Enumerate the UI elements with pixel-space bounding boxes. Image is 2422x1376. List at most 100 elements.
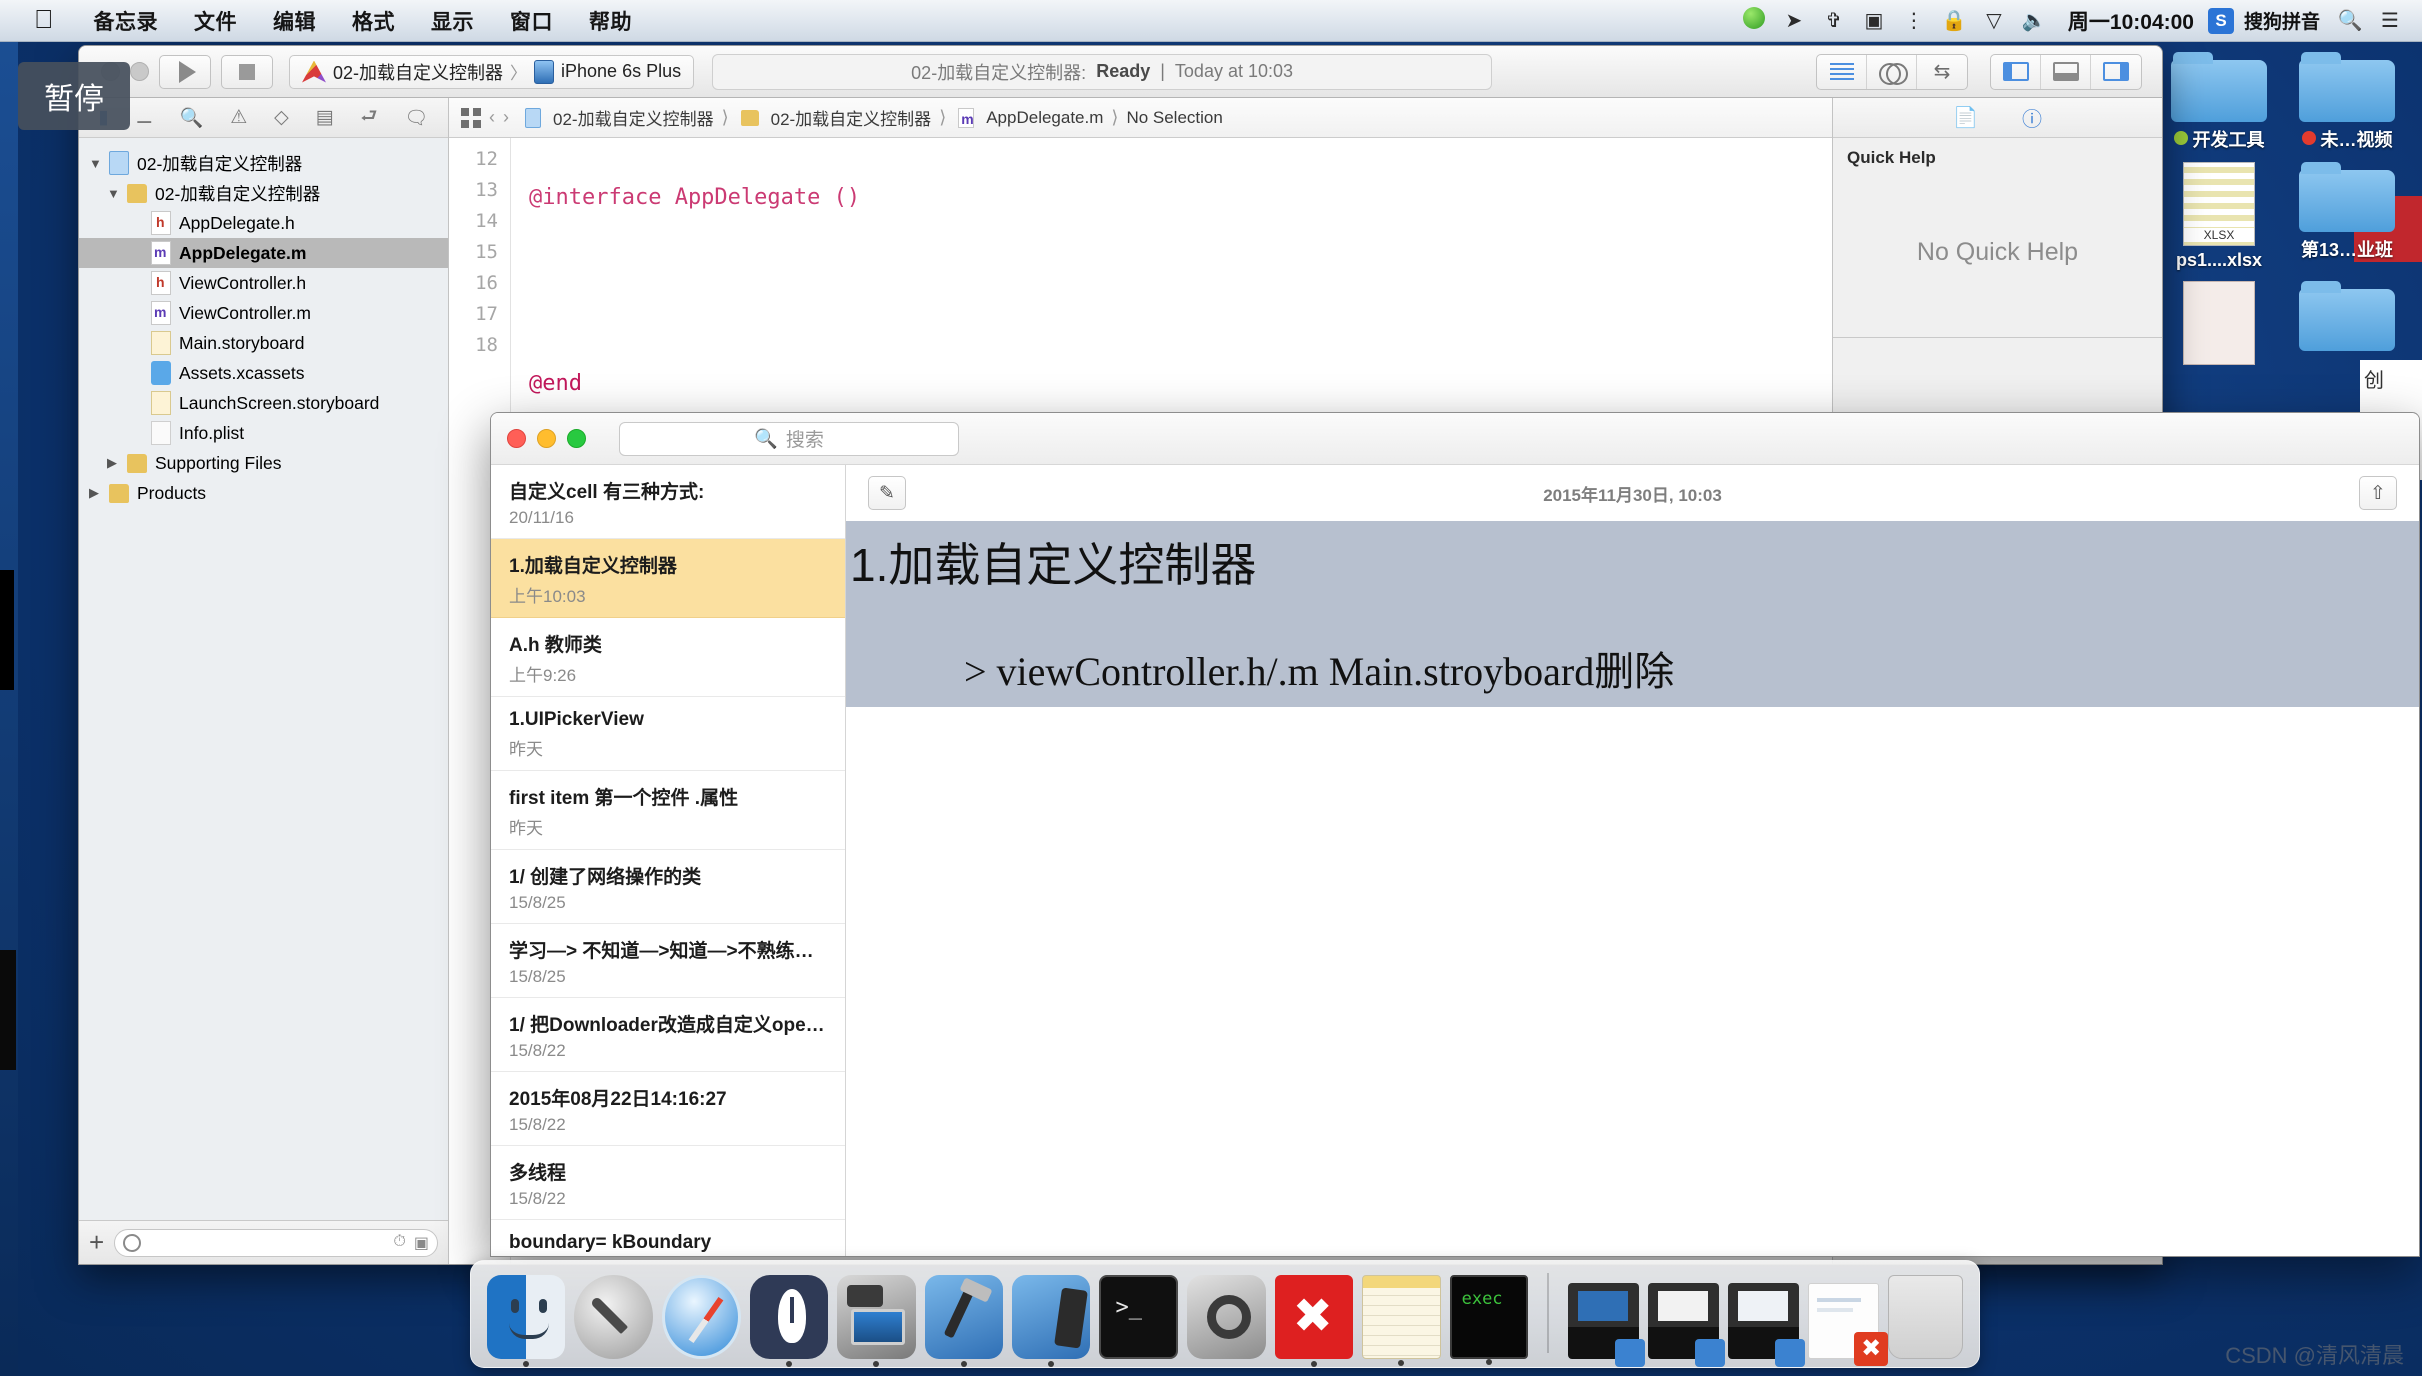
- green-record-icon[interactable]: [1734, 6, 1774, 35]
- disclosure-triangle-icon[interactable]: ▶: [89, 485, 109, 501]
- list-item[interactable]: 自定义cell 有三种方式: 20/11/16: [491, 465, 845, 539]
- utilities-tab-bar[interactable]: 📄 ⓘ: [1833, 98, 2162, 138]
- minimize-button[interactable]: [537, 429, 556, 448]
- tree-row-main-storyboard[interactable]: Main.storyboard: [79, 328, 448, 358]
- list-item[interactable]: 1.UIPickerView 昨天: [491, 697, 845, 771]
- list-item[interactable]: 1/ 把Downloader改造成自定义operation 15/8/22: [491, 998, 845, 1072]
- dock-item-finder[interactable]: [487, 1275, 566, 1367]
- test-navigator-icon[interactable]: ◇: [274, 106, 289, 129]
- tree-row-info-plist[interactable]: Info.plist: [79, 418, 448, 448]
- tree-row-viewcontroller-m[interactable]: ViewController.m: [79, 298, 448, 328]
- desktop-icon-videos[interactable]: 未…视频: [2292, 52, 2402, 152]
- file-inspector-icon[interactable]: 📄: [1953, 105, 1978, 130]
- dock-minimized-window-2[interactable]: [1648, 1283, 1726, 1367]
- dock-minimized-document[interactable]: ✖: [1808, 1283, 1889, 1366]
- standard-editor-icon[interactable]: [1817, 54, 1867, 89]
- desktop-icon-folder-extra[interactable]: [2292, 281, 2402, 369]
- tree-row-appdelegate-h[interactable]: AppDelegate.h: [79, 208, 448, 238]
- note-body[interactable]: 1.加载自定义控制器 > viewController.h/.m Main.st…: [846, 521, 2419, 1256]
- related-files-icon[interactable]: [461, 107, 481, 128]
- breadcrumb-group[interactable]: 02-加载自定义控制器: [771, 105, 932, 130]
- menu-item-view[interactable]: 显示: [413, 6, 492, 36]
- project-navigator-tree[interactable]: ▼ 02-加载自定义控制器 ▼ 02-加载自定义控制器 AppDelegate.…: [79, 138, 448, 1220]
- location-arrow-icon[interactable]: ➤: [1774, 8, 1814, 33]
- dock-item-launchpad[interactable]: [574, 1275, 653, 1359]
- tree-row-products[interactable]: ▶ Products: [79, 478, 448, 508]
- desktop-icon-dev-tools[interactable]: 开发工具: [2164, 52, 2274, 152]
- notes-search-input[interactable]: 🔍 搜索: [619, 421, 959, 456]
- wifi-icon[interactable]: ▽: [1974, 8, 2014, 33]
- tree-row-project[interactable]: ▼ 02-加载自定义控制器: [79, 148, 448, 178]
- navigator-tab-bar[interactable]: ▮ ⚊ 🔍 ⚠ ◇ ▤ ⮐ 🗨: [79, 98, 448, 138]
- dock-item-exec-terminal[interactable]: exec: [1449, 1275, 1529, 1365]
- share-icon[interactable]: ⇧: [2359, 476, 2397, 510]
- tree-row-viewcontroller-h[interactable]: ViewController.h: [79, 268, 448, 298]
- dock-item-qq[interactable]: [749, 1275, 829, 1367]
- list-item[interactable]: first item 第一个控件 .属性 昨天: [491, 771, 845, 850]
- list-item[interactable]: A.h 教师类 上午9:26: [491, 618, 845, 697]
- scheme-selector[interactable]: 02-加载自定义控制器 〉 iPhone 6s Plus: [289, 54, 695, 89]
- report-navigator-icon[interactable]: 🗨: [404, 106, 428, 130]
- version-editor-icon[interactable]: ⇆: [1917, 55, 1967, 89]
- list-item-selected[interactable]: 1.加载自定义控制器 上午10:03: [491, 539, 845, 618]
- add-file-button[interactable]: +: [89, 1227, 104, 1258]
- menu-item-edit[interactable]: 编辑: [255, 6, 334, 36]
- disclosure-triangle-icon[interactable]: ▼: [107, 186, 127, 201]
- run-button[interactable]: [159, 54, 211, 89]
- menu-item-file[interactable]: 文件: [176, 6, 255, 36]
- dock[interactable]: >_ ✖ exec ✖: [470, 1260, 1980, 1368]
- debug-toggle-icon[interactable]: [2041, 54, 2091, 89]
- list-item[interactable]: 2015年08月22日14:16:27 15/8/22: [491, 1072, 845, 1146]
- filter-right-icons[interactable]: ⏱ ▣: [393, 1233, 429, 1253]
- zoom-button[interactable]: [567, 429, 586, 448]
- notes-list[interactable]: 自定义cell 有三种方式: 20/11/16 1.加载自定义控制器 上午10:…: [491, 465, 846, 1256]
- dock-minimized-window-1[interactable]: [1568, 1283, 1646, 1367]
- forward-button[interactable]: ›: [503, 107, 509, 128]
- notes-window[interactable]: 🔍 搜索 自定义cell 有三种方式: 20/11/16 1.加载自定义控制器 …: [490, 412, 2420, 1257]
- dock-item-safari[interactable]: [661, 1275, 741, 1359]
- list-item[interactable]: boundary= kBoundary 15/8/20: [491, 1220, 845, 1256]
- navigator-toggle-icon[interactable]: [1991, 54, 2041, 89]
- source-control-filter-icon[interactable]: ▣: [414, 1233, 429, 1253]
- search-navigator-icon[interactable]: 🔍: [180, 106, 204, 130]
- compose-icon[interactable]: ✎: [868, 476, 906, 510]
- assistant-editor-icon[interactable]: [1867, 54, 1917, 89]
- dock-item-xmind[interactable]: ✖: [1274, 1275, 1354, 1367]
- back-button[interactable]: ‹: [489, 107, 495, 128]
- notes-window-controls[interactable]: [491, 429, 619, 448]
- dock-item-imovie[interactable]: [837, 1275, 916, 1367]
- notification-list-icon[interactable]: ☰: [2370, 8, 2410, 33]
- list-item[interactable]: 多线程 15/8/22: [491, 1146, 845, 1220]
- quick-help-icon[interactable]: ⓘ: [2022, 103, 2042, 132]
- menu-item-window[interactable]: 窗口: [492, 6, 571, 36]
- recent-files-icon[interactable]: ⏱: [393, 1233, 405, 1253]
- disclosure-triangle-icon[interactable]: ▼: [89, 156, 109, 171]
- debug-navigator-icon[interactable]: ▤: [316, 106, 334, 129]
- tree-row-launchscreen[interactable]: LaunchScreen.storyboard: [79, 388, 448, 418]
- close-button[interactable]: [507, 429, 526, 448]
- menu-item-help[interactable]: 帮助: [571, 6, 650, 36]
- breadcrumb-project[interactable]: 02-加载自定义控制器: [553, 105, 714, 130]
- list-item[interactable]: 1/ 创建了网络操作的类 15/8/25: [491, 850, 845, 924]
- dock-item-terminal[interactable]: >_: [1099, 1275, 1179, 1359]
- tree-row-group[interactable]: ▼ 02-加载自定义控制器: [79, 178, 448, 208]
- tree-row-supporting-files[interactable]: ▶ Supporting Files: [79, 448, 448, 478]
- tree-row-appdelegate-m[interactable]: AppDelegate.m: [79, 238, 448, 268]
- view-toggle-segmented-control[interactable]: [1990, 53, 2142, 90]
- screen-record-icon[interactable]: ▣: [1854, 8, 1894, 33]
- stop-button[interactable]: [221, 54, 273, 89]
- dock-item-system-preferences[interactable]: [1187, 1275, 1266, 1359]
- volume-icon[interactable]: 🔈: [2014, 8, 2054, 33]
- menu-item-format[interactable]: 格式: [334, 6, 413, 36]
- breakpoint-navigator-icon[interactable]: ⮐: [360, 102, 377, 134]
- desktop-icon-class13[interactable]: 第13…业班: [2292, 162, 2402, 271]
- dock-minimized-window-3[interactable]: [1728, 1283, 1806, 1367]
- source-control-navigator-icon[interactable]: ⚊: [136, 106, 153, 129]
- ime-indicator[interactable]: S 搜狗拼音: [2207, 7, 2330, 34]
- dock-item-notes[interactable]: [1362, 1275, 1441, 1366]
- utilities-toggle-icon[interactable]: [2091, 55, 2141, 89]
- desktop-icon-screenshot[interactable]: [2164, 281, 2274, 369]
- dock-item-xcode[interactable]: [924, 1275, 1004, 1367]
- issue-navigator-icon[interactable]: ⚠: [230, 106, 247, 129]
- audio-midi-icon[interactable]: ⋮: [1894, 8, 1934, 33]
